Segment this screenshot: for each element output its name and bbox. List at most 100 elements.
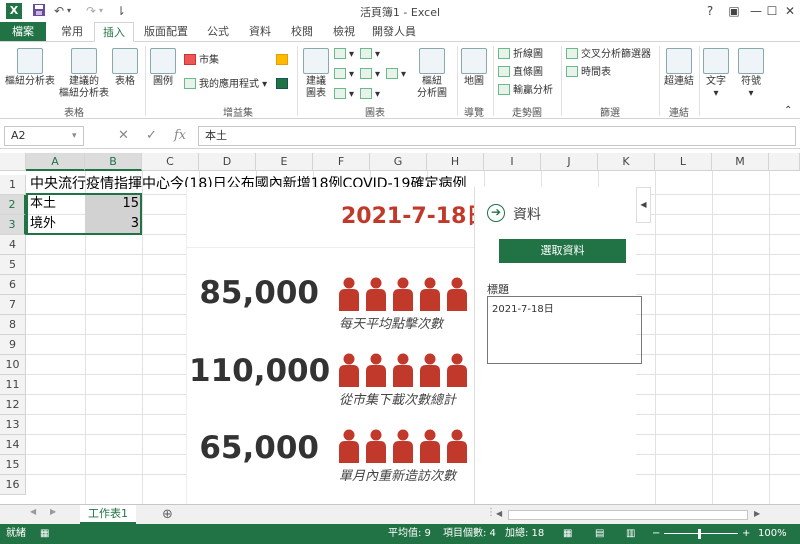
select-data-button[interactable]: 選取資料 xyxy=(499,239,626,263)
tab-review[interactable]: 校閱 xyxy=(282,22,322,42)
column-header[interactable]: K xyxy=(598,153,655,171)
maximize-icon[interactable]: ☐ xyxy=(762,2,782,20)
slicer-button[interactable]: 交叉分析篩選器 xyxy=(566,48,651,62)
sparkline-column-button[interactable]: 直條圖 xyxy=(498,66,543,80)
tab-file[interactable]: 檔案 xyxy=(0,22,46,42)
page-layout-view-icon[interactable]: ▤ xyxy=(595,524,604,544)
row-header[interactable]: 16 xyxy=(0,475,26,495)
help-icon[interactable]: ? xyxy=(700,2,720,20)
symbols-button[interactable]: 符號 ▾ xyxy=(736,48,766,100)
hierarchy-chart-dropdown[interactable]: ▾ xyxy=(360,48,380,62)
row-header[interactable]: 15 xyxy=(0,455,26,475)
column-header[interactable]: A xyxy=(26,153,85,171)
tab-formulas[interactable]: 公式 xyxy=(198,22,238,42)
column-header[interactable]: M xyxy=(712,153,769,171)
statistic-chart-dropdown[interactable]: ▾ xyxy=(360,68,380,82)
collapse-ribbon-icon[interactable]: ⌃ xyxy=(784,104,792,118)
column-header[interactable]: J xyxy=(541,153,598,171)
close-icon[interactable]: ✕ xyxy=(780,2,800,20)
illustrations-button[interactable]: 圖例 xyxy=(148,48,178,88)
tab-view[interactable]: 檢視 xyxy=(324,22,364,42)
sheet-tab[interactable]: 工作表1 xyxy=(80,505,136,524)
people-graph-infographic[interactable]: 2021-7-18日 85,000 每天平均點擊次數 110,000 從市集下載… xyxy=(186,187,474,504)
bing-maps-icon[interactable] xyxy=(276,54,291,68)
row-header[interactable]: 10 xyxy=(0,355,26,375)
row-header[interactable]: 13 xyxy=(0,415,26,435)
formula-input[interactable]: 本土 xyxy=(198,126,796,146)
column-header[interactable]: L xyxy=(655,153,712,171)
pivot-table-button[interactable]: 樞紐分析表 xyxy=(4,48,56,88)
name-box-dropdown-icon[interactable]: ▾ xyxy=(72,126,77,146)
arrow-circle-icon[interactable]: ➔ xyxy=(487,204,505,222)
column-header[interactable]: D xyxy=(199,153,256,171)
text-button[interactable]: 文字 ▾ xyxy=(702,48,730,100)
recommended-charts-button[interactable]: 建議 圖表 xyxy=(302,48,330,100)
column-header[interactable]: G xyxy=(370,153,427,171)
row-header[interactable]: 1 xyxy=(0,175,26,195)
combo-chart-dropdown[interactable]: ▾ xyxy=(360,88,380,102)
zoom-slider[interactable] xyxy=(664,533,738,534)
row-header[interactable]: 8 xyxy=(0,315,26,335)
horizontal-scrollbar[interactable] xyxy=(508,510,748,520)
title-input[interactable]: 2021-7-18日 xyxy=(487,296,642,364)
select-all-corner[interactable] xyxy=(0,153,26,171)
tab-page-layout[interactable]: 版面配置 xyxy=(138,22,194,42)
tab-developer[interactable]: 開發人員 xyxy=(366,22,422,42)
pivot-chart-button[interactable]: 樞紐 分析圖 xyxy=(410,48,454,100)
hscroll-right-icon[interactable]: ▶ xyxy=(754,509,760,518)
zoom-out-icon[interactable]: − xyxy=(652,524,660,544)
row-header[interactable]: 4 xyxy=(0,235,26,255)
table-button[interactable]: 表格 xyxy=(110,48,140,88)
cancel-formula-icon[interactable]: ✕ xyxy=(118,126,129,146)
timeline-button[interactable]: 時間表 xyxy=(566,66,611,80)
zoom-in-icon[interactable]: + xyxy=(742,524,750,544)
slicer-icon xyxy=(566,48,578,59)
ribbon: 樞紐分析表 建議的 樞紐分析表 表格 表格 圖例 市集 我的應用程式 ▾ 增益集 … xyxy=(0,41,800,119)
tab-data[interactable]: 資料 xyxy=(240,22,280,42)
row-header[interactable]: 9 xyxy=(0,335,26,355)
column-header[interactable]: C xyxy=(142,153,199,171)
hscroll-left-icon[interactable]: ◀ xyxy=(496,509,502,518)
column-header[interactable]: H xyxy=(427,153,484,171)
row-header[interactable]: 7 xyxy=(0,295,26,315)
zoom-slider-thumb[interactable] xyxy=(698,529,701,539)
row-header[interactable]: 3 xyxy=(0,215,26,235)
sparkline-line-button[interactable]: 折線圖 xyxy=(498,48,543,62)
sparkline-winloss-button[interactable]: 輸贏分析 xyxy=(498,84,553,98)
column-header[interactable] xyxy=(769,153,800,171)
row-header[interactable]: 6 xyxy=(0,275,26,295)
row-header[interactable]: 14 xyxy=(0,435,26,455)
row-header[interactable]: 12 xyxy=(0,395,26,415)
line-chart-dropdown[interactable]: ▾ xyxy=(334,68,354,82)
next-sheet-icon[interactable]: ▶ xyxy=(50,507,56,516)
column-header[interactable]: I xyxy=(484,153,541,171)
tab-insert[interactable]: 插入 xyxy=(94,22,134,42)
recommended-pivot-button[interactable]: 建議的 樞紐分析表 xyxy=(58,48,110,100)
macro-record-icon[interactable]: ▦ xyxy=(40,524,49,544)
insert-function-icon[interactable]: fx xyxy=(174,126,186,146)
column-chart-dropdown[interactable]: ▾ xyxy=(334,48,354,62)
map-button[interactable]: 地圖 xyxy=(460,48,488,88)
column-header[interactable]: B xyxy=(85,153,142,171)
store-button[interactable]: 市集 xyxy=(184,54,219,68)
row-header[interactable]: 11 xyxy=(0,375,26,395)
page-break-view-icon[interactable]: ▥ xyxy=(626,524,635,544)
zoom-level[interactable]: 100% xyxy=(758,524,787,544)
hyperlink-button[interactable]: 超連結 xyxy=(662,48,696,88)
ribbon-display-options-icon[interactable]: ▣ xyxy=(724,2,744,20)
column-header[interactable]: F xyxy=(313,153,370,171)
scatter-chart-dropdown[interactable]: ▾ xyxy=(386,68,406,82)
prev-sheet-icon[interactable]: ◀ xyxy=(30,507,36,516)
enter-formula-icon[interactable]: ✓ xyxy=(146,126,157,146)
tab-home[interactable]: 常用 xyxy=(52,22,92,42)
normal-view-icon[interactable]: ▦ xyxy=(563,524,572,544)
pie-chart-dropdown[interactable]: ▾ xyxy=(334,88,354,102)
column-header[interactable]: E xyxy=(256,153,313,171)
people-graph-icon[interactable] xyxy=(276,78,291,92)
row-header[interactable]: 5 xyxy=(0,255,26,275)
hscroll-menu-icon[interactable]: ⋮ xyxy=(486,507,496,518)
row-header[interactable]: 2 xyxy=(0,195,26,215)
collapse-pane-icon[interactable]: ◀ xyxy=(636,187,651,223)
my-apps-button[interactable]: 我的應用程式 ▾ xyxy=(184,78,267,92)
add-sheet-icon[interactable]: ⊕ xyxy=(162,505,173,524)
